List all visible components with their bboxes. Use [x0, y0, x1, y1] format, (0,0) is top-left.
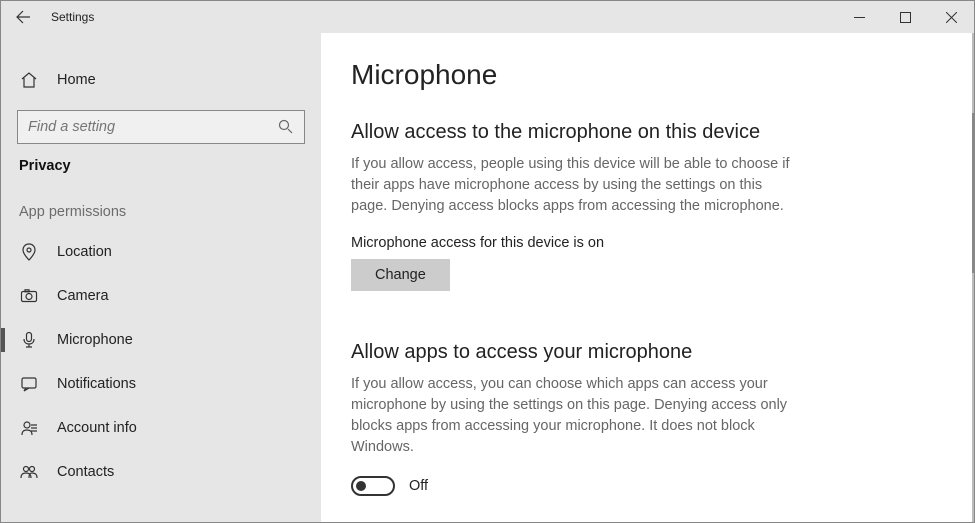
app-title: Settings — [51, 10, 94, 24]
device-access-status: Microphone access for this device is on — [351, 235, 936, 251]
maximize-icon — [900, 12, 911, 23]
apps-access-toggle[interactable] — [351, 476, 395, 496]
scrollbar-track[interactable] — [972, 33, 974, 522]
sidebar-item-label: Notifications — [57, 376, 136, 392]
minimize-icon — [854, 12, 865, 23]
notifications-icon — [19, 374, 39, 394]
account-info-icon — [19, 418, 39, 438]
sidebar-item-location[interactable]: Location — [1, 230, 321, 274]
section-desc-apps-access: If you allow access, you can choose whic… — [351, 374, 796, 458]
page-title: Microphone — [351, 59, 936, 91]
sidebar-item-home[interactable]: Home — [1, 58, 321, 102]
sidebar-item-label: Contacts — [57, 464, 114, 480]
back-arrow-icon — [15, 9, 31, 25]
sidebar-item-microphone[interactable]: Microphone — [1, 318, 321, 362]
sidebar-item-account-info[interactable]: Account info — [1, 406, 321, 450]
section-title-apps-access: Allow apps to access your microphone — [351, 341, 936, 364]
camera-icon — [19, 286, 39, 306]
search-icon — [278, 119, 294, 135]
main-panel: Microphone Allow access to the microphon… — [321, 33, 974, 522]
back-button[interactable] — [1, 1, 45, 33]
location-icon — [19, 242, 39, 262]
sidebar-section-privacy[interactable]: Privacy — [1, 158, 321, 174]
section-desc-device-access: If you allow access, people using this d… — [351, 154, 796, 217]
sidebar-item-contacts[interactable]: Contacts — [1, 450, 321, 494]
search-input[interactable] — [28, 119, 278, 135]
sidebar-item-label: Microphone — [57, 332, 133, 348]
section-title-device-access: Allow access to the microphone on this d… — [351, 121, 936, 144]
sidebar: Home Privacy App permissions Location Ca… — [1, 33, 321, 522]
sidebar-group-header: App permissions — [1, 204, 321, 220]
title-bar: Settings — [1, 1, 974, 33]
toggle-knob — [356, 481, 366, 491]
home-icon — [19, 70, 39, 90]
sidebar-item-label: Camera — [57, 288, 109, 304]
sidebar-item-label: Home — [57, 72, 96, 88]
close-icon — [946, 12, 957, 23]
sidebar-item-camera[interactable]: Camera — [1, 274, 321, 318]
search-input-container[interactable] — [17, 110, 305, 144]
minimize-button[interactable] — [836, 1, 882, 33]
microphone-icon — [19, 330, 39, 350]
contacts-icon — [19, 462, 39, 482]
maximize-button[interactable] — [882, 1, 928, 33]
sidebar-item-notifications[interactable]: Notifications — [1, 362, 321, 406]
scrollbar-thumb[interactable] — [972, 113, 974, 273]
change-button[interactable]: Change — [351, 259, 450, 291]
sidebar-item-label: Account info — [57, 420, 137, 436]
close-button[interactable] — [928, 1, 974, 33]
sidebar-item-label: Location — [57, 244, 112, 260]
toggle-label: Off — [409, 478, 428, 494]
